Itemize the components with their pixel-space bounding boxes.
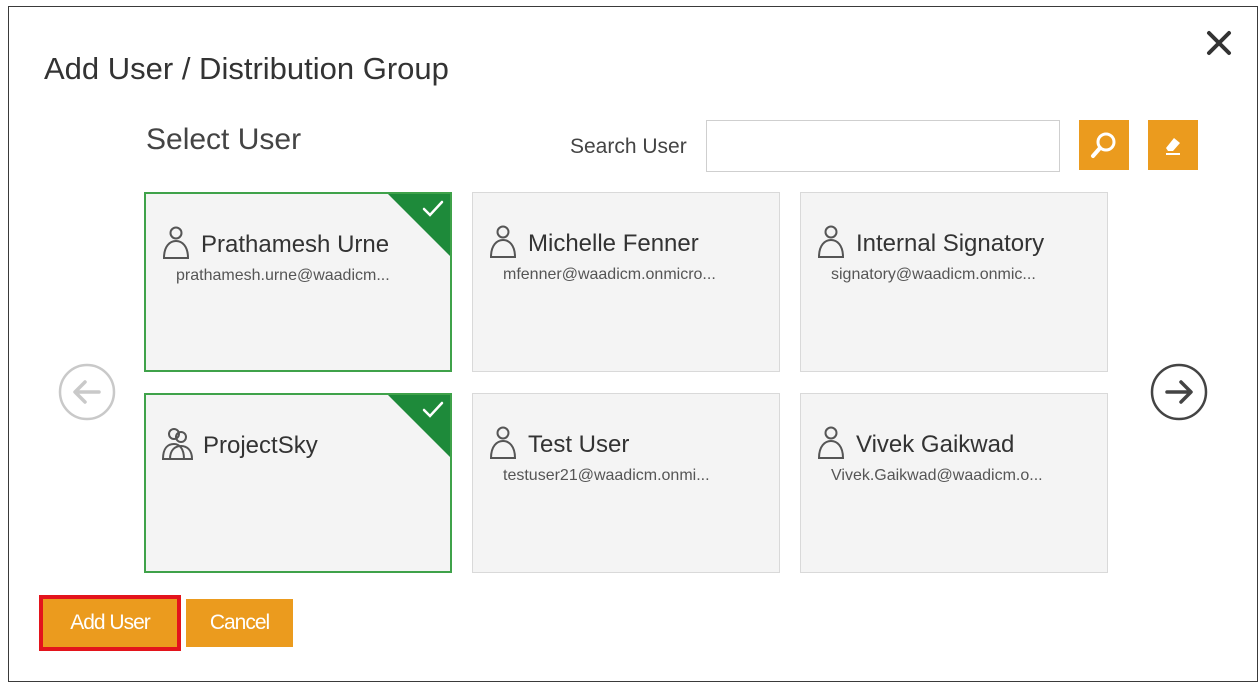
user-card[interactable]: Internal Signatory signatory@waadicm.onm… xyxy=(800,192,1108,372)
user-card[interactable]: Vivek Gaikwad Vivek.Gaikwad@waadicm.o... xyxy=(800,393,1108,573)
user-icon xyxy=(489,225,517,258)
user-email: testuser21@waadicm.onmi... xyxy=(503,467,710,484)
add-user-button[interactable]: Add User xyxy=(39,595,181,651)
check-icon xyxy=(422,401,444,418)
search-label: Search User xyxy=(570,135,687,158)
close-icon[interactable] xyxy=(1201,25,1237,61)
arrow-left-icon[interactable] xyxy=(57,362,117,422)
user-icon xyxy=(817,225,845,258)
user-name: Michelle Fenner xyxy=(528,230,699,257)
user-name: Test User xyxy=(528,431,630,458)
user-email: signatory@waadicm.onmic... xyxy=(831,266,1036,283)
user-email: Vivek.Gaikwad@waadicm.o... xyxy=(831,467,1043,484)
user-name: Vivek Gaikwad xyxy=(856,431,1015,458)
clear-search-button[interactable] xyxy=(1148,120,1198,170)
select-user-heading: Select User xyxy=(146,123,302,156)
eraser-icon xyxy=(1166,138,1180,155)
group-name: ProjectSky xyxy=(203,432,318,459)
user-icon xyxy=(489,426,517,459)
arrow-right-icon[interactable] xyxy=(1149,362,1209,422)
cancel-button[interactable]: Cancel xyxy=(186,599,293,647)
search-button[interactable] xyxy=(1079,120,1129,170)
user-email: mfenner@waadicm.onmicro... xyxy=(503,266,716,283)
user-name: Prathamesh Urne xyxy=(201,231,390,258)
user-card[interactable]: Michelle Fenner mfenner@waadicm.onmicro.… xyxy=(472,192,780,372)
user-card[interactable]: ProjectSky xyxy=(144,393,452,573)
user-name: Internal Signatory xyxy=(856,230,1045,257)
user-icon xyxy=(162,226,190,259)
group-icon xyxy=(161,428,194,460)
dialog-title: Add User / Distribution Group xyxy=(44,51,449,86)
check-icon xyxy=(422,200,444,217)
user-card[interactable]: Prathamesh Urne prathamesh.urne@waadicm.… xyxy=(144,192,452,372)
user-email: prathamesh.urne@waadicm... xyxy=(176,267,390,284)
search-input[interactable] xyxy=(706,120,1060,172)
add-user-dialog: Add User / Distribution Group Select Use… xyxy=(8,6,1258,682)
search-icon xyxy=(1091,132,1116,158)
user-icon xyxy=(817,426,845,459)
user-card[interactable]: Test User testuser21@waadicm.onmi... xyxy=(472,393,780,573)
